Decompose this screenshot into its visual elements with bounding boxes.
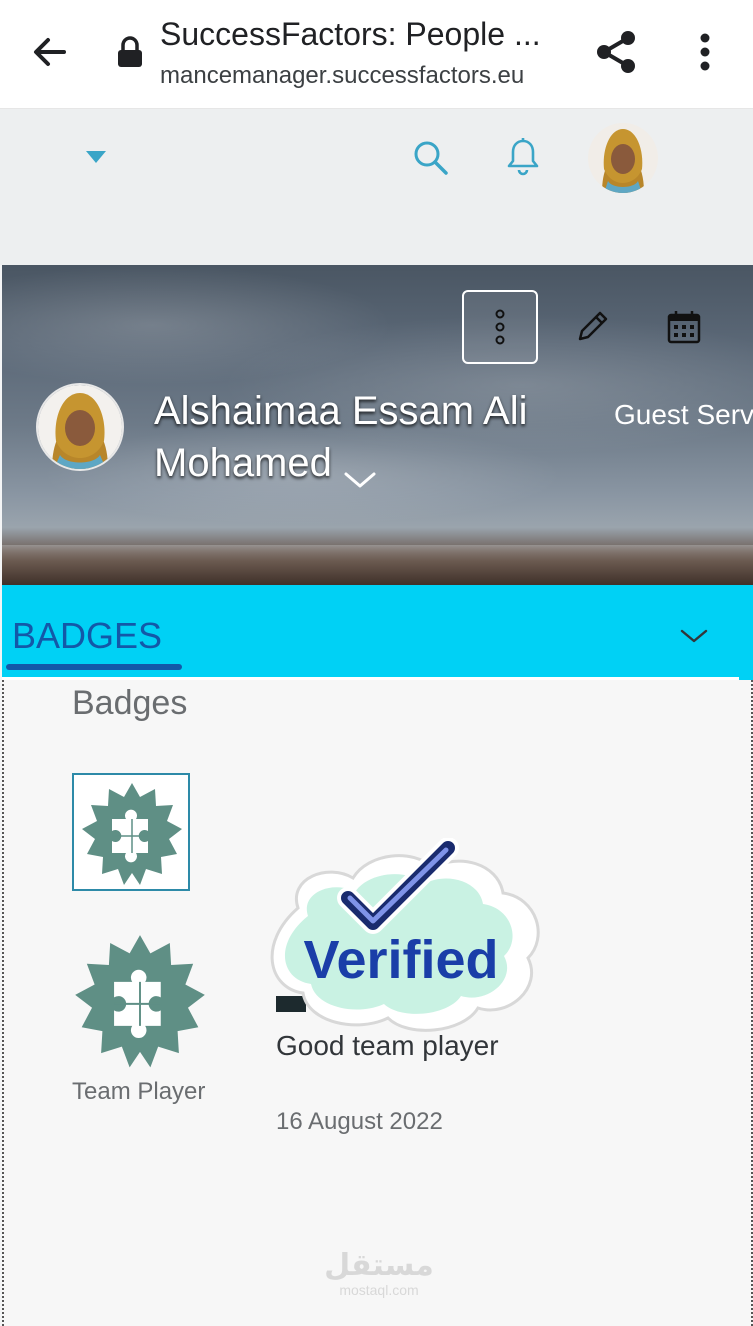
badge-name: Team Player <box>72 1078 206 1105</box>
actions-menu-button[interactable] <box>462 290 538 364</box>
notification-bell-icon[interactable] <box>505 137 541 177</box>
calendar-icon[interactable] <box>666 309 702 345</box>
profile-photo[interactable] <box>36 383 124 471</box>
back-arrow-icon[interactable] <box>28 30 72 74</box>
chevron-down-icon[interactable] <box>342 453 378 488</box>
lock-icon <box>116 36 144 68</box>
share-icon[interactable] <box>592 28 640 76</box>
profile-name[interactable]: Alshaimaa Essam Ali Mohamed <box>154 385 574 489</box>
edit-pencil-icon[interactable] <box>574 309 610 345</box>
section-tab-bar: BADGES <box>2 585 753 680</box>
job-title: Guest Serv <box>614 399 753 430</box>
banner-rocks <box>2 545 753 585</box>
menu-caret-icon[interactable] <box>84 149 108 165</box>
active-tab-indicator <box>6 664 182 670</box>
watermark-logo: مستقل mostaql.com <box>324 1249 434 1299</box>
puzzle-badge-icon <box>82 783 182 885</box>
app-header <box>0 109 753 265</box>
more-vertical-icon <box>495 309 505 345</box>
browser-toolbar: SuccessFactors: People ... mancemanager.… <box>0 0 753 109</box>
verified-text: Verified <box>303 930 498 990</box>
badges-section: Badges Team Player Good team player 16 A… <box>2 680 753 1326</box>
badge-thumbnail[interactable] <box>72 773 190 891</box>
tab-badges[interactable]: BADGES <box>12 615 162 657</box>
profile-banner: Alshaimaa Essam Ali Mohamed Guest Serv <box>2 265 753 585</box>
team-player-badge-icon[interactable] <box>70 930 210 1070</box>
page-url[interactable]: mancemanager.successfactors.eu <box>160 62 560 90</box>
more-vertical-icon[interactable] <box>690 30 720 74</box>
profile-name-text: Alshaimaa Essam Ali Mohamed <box>154 389 528 485</box>
page-title: SuccessFactors: People ... <box>160 16 541 52</box>
verified-sticker: Verified <box>258 837 548 1038</box>
user-avatar[interactable] <box>588 123 658 193</box>
watermark-sub: mostaql.com <box>339 1282 419 1298</box>
section-heading: Badges <box>72 684 188 722</box>
watermark-main: مستقل <box>324 1249 434 1282</box>
chevron-down-icon[interactable] <box>678 625 710 647</box>
badge-date: 16 August 2022 <box>276 1108 443 1135</box>
search-icon[interactable] <box>412 139 450 177</box>
